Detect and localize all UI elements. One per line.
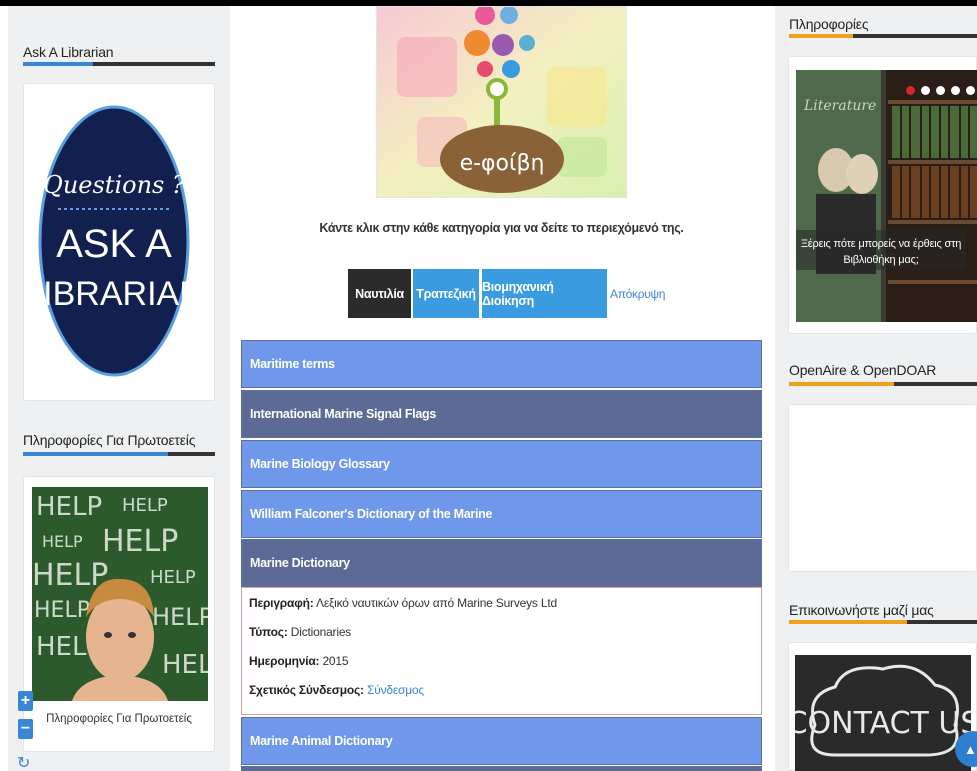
ask-librarian-card[interactable]: Questions ? ASK A LIBRARIAN <box>23 83 215 401</box>
type-row: Τύπος: Dictionaries <box>249 625 754 654</box>
accordion-item-maritime-terms[interactable]: Maritime terms <box>241 340 762 388</box>
svg-text:HELP: HELP <box>162 650 208 680</box>
info-title: Πληροφορίες <box>789 16 869 32</box>
library-slide-image[interactable]: Literature Ξέρεις πότε μπορείς να έρθεις… <box>796 70 977 322</box>
accordion-item-next[interactable] <box>241 766 762 771</box>
contact-card[interactable]: CONTACT US <box>788 642 977 771</box>
slider-dot-1[interactable] <box>906 86 915 95</box>
svg-text:HELP: HELP <box>42 532 83 551</box>
type-value: Dictionaries <box>290 625 352 639</box>
type-label: Τύπος: <box>249 625 288 639</box>
ask-librarian-title: Ask A Librarian <box>23 44 114 60</box>
svg-text:HELP: HELP <box>102 524 178 559</box>
slider-dot-5[interactable] <box>966 86 975 95</box>
tab-viomichaniki-dioikisi[interactable]: Βιομηχανική Διοίκηση <box>482 269 607 318</box>
accordion-item-falconer-dictionary[interactable]: William Falconer's Dictionary of the Mar… <box>241 490 762 538</box>
tab-trapeziki[interactable]: Τραπεζική <box>411 269 479 318</box>
accordion-item-signal-flags[interactable]: International Marine Signal Flags <box>241 390 762 438</box>
right-sidebar: Πληροφορίες Literature Ξέρεις πότε μπορε… <box>775 6 977 771</box>
slide-caption: Ξέρεις πότε μπορείς να έρθεις στη Βιβλιο… <box>796 230 966 270</box>
related-link[interactable]: Σύνδεσμος <box>367 683 424 697</box>
intro-text: Κάντε κλικ στην κάθε κατηγορία για να δε… <box>319 221 684 235</box>
info-slider-card: Literature Ξέρεις πότε μπορείς να έρθεις… <box>788 56 977 334</box>
first-year-title-bar <box>23 452 215 456</box>
arrow-up-icon: ▲ <box>964 741 977 757</box>
ask-graphic-line1: Questions ? <box>43 171 185 199</box>
accordion-item-marine-biology[interactable]: Marine Biology Glossary <box>241 440 762 488</box>
svg-text:Literature: Literature <box>803 98 876 114</box>
first-year-caption[interactable]: Πληροφορίες Για Πρωτοετείς <box>24 713 214 725</box>
ask-librarian-title-bar <box>23 62 215 66</box>
accordion-expanded-panel: Περιγραφή: Λεξικό ναυτικών όρων από Mari… <box>241 587 762 715</box>
description-label: Περιγραφή: <box>249 596 314 610</box>
slider-dots <box>906 86 975 95</box>
zoom-out-button[interactable]: − <box>18 719 33 739</box>
ask-librarian-graphic[interactable]: Questions ? ASK A LIBRARIAN <box>38 105 190 377</box>
date-label: Ημερομηνία: <box>249 654 320 668</box>
svg-text:HELP: HELP <box>152 603 208 631</box>
logo-text: e-φοίβη <box>460 151 545 176</box>
slider-dot-3[interactable] <box>936 86 945 95</box>
first-year-card[interactable]: HELP HELP HELP HELP HELP HELP HELP HELP … <box>23 476 215 752</box>
svg-text:HELP: HELP <box>122 495 168 516</box>
svg-text:HELP: HELP <box>36 492 102 522</box>
accordion-item-marine-dictionary[interactable]: Marine Dictionary <box>241 539 762 587</box>
zoom-in-button[interactable]: + <box>18 691 33 711</box>
slider-dot-4[interactable] <box>951 86 960 95</box>
contact-graphic-text: CONTACT US <box>795 706 971 741</box>
accordion-item-marine-animal[interactable]: Marine Animal Dictionary <box>241 717 762 765</box>
ask-graphic-line3: LIBRARIAN <box>38 275 190 313</box>
contact-title: Επικοινωνήστε μαζί μας <box>789 602 934 618</box>
slider-dot-2[interactable] <box>921 86 930 95</box>
link-label: Σχετικός Σύνδεσμος: <box>249 683 364 697</box>
svg-text:HELP: HELP <box>32 558 108 593</box>
info-title-bar <box>789 34 977 38</box>
ask-graphic-line2: ASK A <box>56 222 172 266</box>
svg-text:HELP: HELP <box>34 598 90 623</box>
description-row: Περιγραφή: Λεξικό ναυτικών όρων από Mari… <box>249 596 754 625</box>
date-row: Ημερομηνία: 2015 <box>249 654 754 683</box>
openaire-title-bar <box>789 382 977 386</box>
svg-text:HELP: HELP <box>150 567 196 588</box>
tab-nautilia[interactable]: Ναυτιλία <box>348 269 411 318</box>
description-value: Λεξικό ναυτικών όρων από Marine Surveys … <box>316 596 557 610</box>
reset-zoom-icon[interactable]: ↻ <box>17 753 35 771</box>
link-row: Σχετικός Σύνδεσμος: Σύνδεσμος <box>249 683 754 712</box>
openaire-card <box>788 404 977 572</box>
contact-title-bar <box>789 620 977 624</box>
hide-link[interactable]: Απόκρυψη <box>610 269 665 318</box>
help-image[interactable]: HELP HELP HELP HELP HELP HELP HELP HELP … <box>32 487 208 701</box>
date-value: 2015 <box>322 654 349 668</box>
contact-us-graphic[interactable]: CONTACT US <box>795 655 971 771</box>
e-foivi-logo: e-φοίβη <box>376 6 627 198</box>
first-year-title: Πληροφορίες Για Πρωτοετείς <box>23 432 196 448</box>
openaire-title: OpenAire & OpenDOAR <box>789 362 937 378</box>
left-sidebar: Ask A Librarian Questions ? ASK A LIBRAR… <box>8 6 230 771</box>
